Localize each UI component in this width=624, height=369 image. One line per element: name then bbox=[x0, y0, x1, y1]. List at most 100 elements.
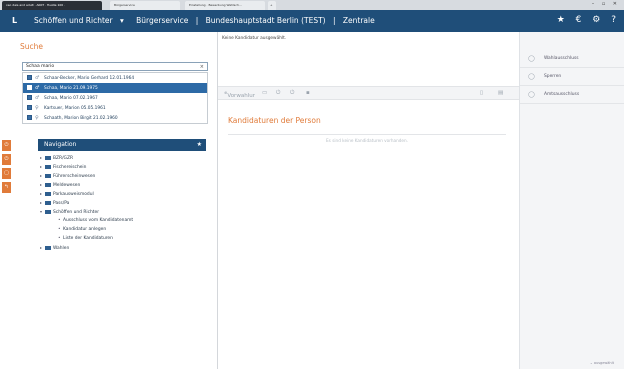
navigation-title: Navigation bbox=[44, 141, 77, 148]
browser-tab-label: Bürgerservice bbox=[114, 3, 135, 7]
star-icon[interactable]: ★ bbox=[557, 15, 565, 25]
chevron-down-icon: ▾ bbox=[120, 16, 124, 25]
nav-item-label: Ausschluss vom Kandidatenamt bbox=[63, 218, 134, 223]
search-result-label: Schaa, Mario 21.09.1975 bbox=[44, 86, 98, 91]
nav-item-pass-pa[interactable]: ▸ Pass/Pa bbox=[40, 198, 210, 207]
nav-item-liste-kandidaturen[interactable]: • Liste der Kandidaturen bbox=[40, 234, 210, 243]
power-alt-icon[interactable]: ⏻ bbox=[2, 154, 11, 165]
module-menu[interactable]: Schöffen und Richter ▾ bbox=[34, 16, 129, 25]
search-result-item[interactable]: ♀ Schaath, Marion Birgit 21.02.1960 bbox=[23, 113, 207, 123]
left-panel: Suche Schaa mario × ♂ Schaar-Becker, Mari… bbox=[0, 32, 218, 369]
nav-item-label: Fischereischein bbox=[53, 165, 87, 170]
search-result-item[interactable]: ♂ Schaa, Mario 21.09.1975 bbox=[23, 83, 207, 93]
action-label: Amtsausschluss bbox=[544, 92, 580, 97]
folder-icon bbox=[45, 164, 51, 169]
male-icon: ♂ bbox=[35, 75, 40, 81]
message-icon[interactable]: ▪ bbox=[306, 90, 310, 96]
nav-item-parkausweismodul[interactable]: ▸ Parkausweismodul bbox=[40, 189, 210, 198]
print-icon[interactable]: ▤ bbox=[498, 90, 503, 96]
breadcrumb-separator: | bbox=[195, 16, 199, 25]
folder-open-icon bbox=[45, 209, 51, 214]
folder-icon bbox=[45, 200, 51, 205]
male-icon: ♂ bbox=[35, 95, 40, 101]
browser-tab-label: ceo dais and adult · AKKT · Hustle 100 · bbox=[6, 3, 66, 7]
search-result-label: Schaath, Marion Birgit 21.02.1960 bbox=[44, 116, 118, 121]
folder-icon bbox=[45, 155, 51, 160]
vorwahl-label: Vorwahlur bbox=[227, 93, 255, 99]
nav-item-label: Kandidatur anlegen bbox=[63, 227, 107, 232]
action-wahlausschluss[interactable]: ◯ Wahlausschluss bbox=[520, 50, 624, 68]
breadcrumb-buergerservice[interactable]: Bürgerservice bbox=[136, 16, 188, 25]
help-icon[interactable]: ? bbox=[611, 15, 616, 25]
actions-panel: ◯ Wahlausschluss ◯ Sperren ◯ Amtsausschluss bbox=[519, 32, 624, 369]
new-tab-button[interactable]: + bbox=[268, 1, 276, 10]
nav-item-label: Liste der Kandidaturen bbox=[63, 236, 113, 241]
circle-icon: ◯ bbox=[528, 73, 535, 80]
person-card-icon bbox=[27, 115, 32, 120]
female-icon: ♀ bbox=[35, 105, 39, 111]
search-result-label: Schaar-Becker, Mario Gerhard 12.01.1964 bbox=[44, 76, 135, 81]
clear-icon[interactable]: × bbox=[200, 63, 204, 71]
nav-item-label: Pass/Pa bbox=[53, 201, 70, 206]
search-title: Suche bbox=[20, 42, 44, 51]
person-card-icon bbox=[27, 75, 32, 80]
browser-tab-3[interactable]: Einstellung · Bewerbung Wahlsch… bbox=[185, 1, 265, 10]
power-icon[interactable]: ⏻ bbox=[276, 90, 280, 97]
section-title: Kandidaturen der Person bbox=[228, 116, 321, 125]
nav-item-label: Meldewesen bbox=[53, 183, 81, 188]
breadcrumb-authority[interactable]: Bundeshauptstadt Berlin (TEST) bbox=[206, 16, 326, 25]
nav-item-label: Parkausweismodul bbox=[53, 192, 94, 197]
nav-item-schoeffen-und-richter[interactable]: ▾ Schöffen und Richter bbox=[40, 207, 210, 216]
corner-arrow-icon[interactable]: ↰ bbox=[2, 182, 11, 193]
search-result-item[interactable]: ♀ Kartsuer, Marion 05.05.1961 bbox=[23, 103, 207, 113]
nav-item-fuehrerscheinwesen[interactable]: ▸ Führerscheinwesen bbox=[40, 171, 210, 180]
module-menu-label: Schöffen und Richter bbox=[34, 16, 113, 25]
window-controls[interactable]: – ▫ ✕ bbox=[592, 1, 620, 7]
browser-tab-label: Einstellung · Bewerbung Wahlsch… bbox=[189, 3, 242, 7]
nav-item-fischereischein[interactable]: ▸ Fischereischein bbox=[40, 162, 210, 171]
action-label: Wahlausschluss bbox=[544, 56, 579, 61]
detail-toolbar: ⊕ Vorwahlur ▭ ⏻ ⏻ ▪ ▯ ▤ bbox=[218, 86, 519, 100]
comment-icon[interactable]: ▭ bbox=[262, 90, 267, 96]
folder-icon bbox=[45, 191, 51, 196]
folder-icon bbox=[45, 245, 51, 250]
delete-icon[interactable]: ▯ bbox=[480, 90, 483, 96]
selection-info: Keine Kandidatur ausgewählt. bbox=[222, 36, 287, 41]
detail-panel: Keine Kandidatur ausgewählt. ⊕ Vorwahlur… bbox=[218, 32, 519, 369]
power-alt-icon[interactable]: ⏻ bbox=[290, 90, 294, 97]
divider bbox=[228, 134, 506, 135]
browser-tab-1[interactable]: ceo dais and adult · AKKT · Hustle 100 · bbox=[2, 1, 102, 10]
search-result-label: Kartsuer, Marion 05.05.1961 bbox=[44, 106, 106, 111]
status-text: ⌄ ausgewählt bbox=[589, 361, 614, 365]
male-icon: ♂ bbox=[35, 85, 40, 91]
nav-item-label: Schöffen und Richter bbox=[53, 210, 100, 215]
new-tab-label: + bbox=[270, 3, 273, 7]
action-sperren[interactable]: ◯ Sperren bbox=[520, 68, 624, 86]
nav-item-meldewesen[interactable]: ▸ Meldewesen bbox=[40, 180, 210, 189]
app-logo[interactable]: L bbox=[12, 16, 17, 25]
header-icons: ★ € ⚙ ? bbox=[549, 15, 616, 25]
nav-item-kandidatur-anlegen[interactable]: • Kandidatur anlegen bbox=[40, 225, 210, 234]
document-icon[interactable]: ▢ bbox=[2, 168, 11, 179]
breadcrumb-office[interactable]: Zentrale bbox=[343, 16, 375, 25]
nav-item-label: Führerscheinwesen bbox=[53, 174, 96, 179]
nav-item-ausschluss[interactable]: • Ausschluss vom Kandidatenamt bbox=[40, 216, 210, 225]
star-icon[interactable]: ★ bbox=[197, 139, 202, 151]
search-result-item[interactable]: ♂ Schaa, Mario 07.02.1967 bbox=[23, 93, 207, 103]
circle-icon: ◯ bbox=[528, 55, 535, 62]
vorwahl-button[interactable]: ⊕ Vorwahlur bbox=[224, 90, 255, 99]
search-result-item[interactable]: ♂ Schaar-Becker, Mario Gerhard 12.01.1964 bbox=[23, 73, 207, 83]
action-amtsausschluss[interactable]: ◯ Amtsausschluss bbox=[520, 86, 624, 104]
circle-icon: ◯ bbox=[528, 91, 535, 98]
browser-tabbar: ceo dais and adult · AKKT · Hustle 100 ·… bbox=[0, 0, 624, 10]
gear-icon[interactable]: ⚙ bbox=[592, 15, 600, 25]
power-icon[interactable]: ⏻ bbox=[2, 140, 11, 151]
nav-item-wahlen[interactable]: ▸ Wahlen bbox=[40, 243, 210, 252]
search-results-dropdown: ♂ Schaar-Becker, Mario Gerhard 12.01.1964… bbox=[22, 72, 208, 124]
browser-tab-2[interactable]: Bürgerservice bbox=[110, 1, 180, 10]
female-icon: ♀ bbox=[35, 115, 39, 121]
search-input[interactable]: Schaa mario × bbox=[22, 62, 208, 71]
euro-icon[interactable]: € bbox=[576, 15, 582, 25]
folder-icon bbox=[45, 173, 51, 178]
nav-item-bzr-gzr[interactable]: ▸ BZR/GZR bbox=[40, 153, 210, 162]
